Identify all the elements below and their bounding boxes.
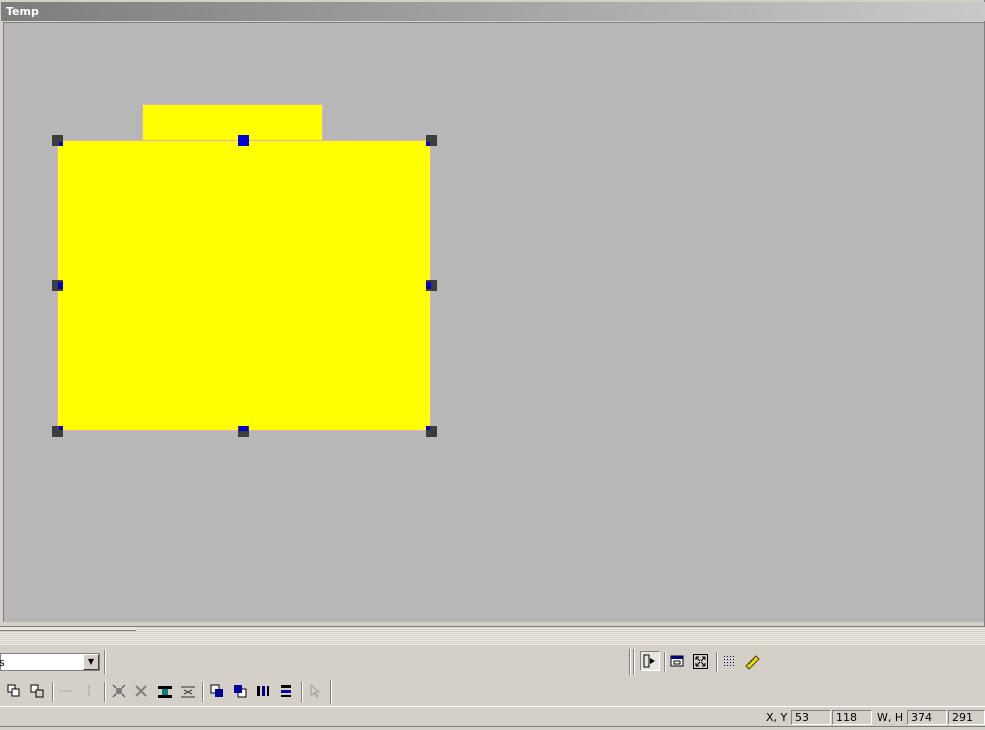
send-back-icon	[234, 685, 247, 698]
toolbar-separator	[664, 652, 666, 672]
resize-handle-bottom-left[interactable]	[52, 426, 63, 437]
chevron-down-icon[interactable]: ▼	[83, 654, 99, 670]
h-value: 291	[948, 710, 985, 725]
align-corners-icon	[112, 684, 126, 698]
pointer-select-icon	[643, 654, 655, 668]
document-titlebar[interactable]: Temp	[1, 2, 985, 21]
resize-handle-left[interactable]	[52, 280, 63, 291]
window-icon	[670, 655, 684, 667]
toolbar-separator	[716, 652, 718, 672]
center-vertical-button[interactable]	[277, 682, 297, 702]
y-value: 118	[832, 710, 872, 725]
center-horizontal-button[interactable]	[254, 682, 274, 702]
toolbar-separator	[301, 682, 303, 702]
toolbar-separator	[52, 682, 54, 702]
toolbar-grip[interactable]	[629, 649, 631, 675]
font-combo-value: s	[0, 656, 5, 669]
toolbar-separator	[104, 650, 106, 674]
toolbar-separator	[104, 682, 106, 702]
bring-front-icon	[210, 684, 223, 697]
align-center-icon	[135, 685, 147, 697]
resize-handle-top[interactable]	[238, 135, 249, 146]
resize-handle-bottom[interactable]	[238, 426, 249, 437]
window-button[interactable]	[668, 652, 688, 672]
w-value: 374	[907, 710, 947, 725]
align-corners-button[interactable]	[110, 682, 130, 702]
grid-button[interactable]	[720, 652, 740, 672]
wh-label: W, H	[877, 711, 904, 724]
resize-handle-top-right[interactable]	[426, 135, 437, 146]
x-value: 53	[791, 710, 831, 725]
xy-label: X, Y	[766, 711, 788, 724]
resize-handle-bottom-right[interactable]	[426, 426, 437, 437]
toolbar-separator	[202, 682, 204, 702]
resize-handle-top-left[interactable]	[52, 135, 63, 146]
send-back-button[interactable]	[231, 682, 251, 702]
cursor-button[interactable]	[306, 682, 326, 702]
splitter-tab	[0, 627, 136, 631]
horizontal-dots-icon	[60, 690, 72, 692]
horizontal-line-button[interactable]	[57, 682, 77, 702]
document-title: Temp	[6, 5, 39, 18]
formatting-toolbar	[0, 647, 985, 677]
vertical-dots-icon	[88, 685, 90, 697]
font-combo[interactable]: s ▼	[0, 653, 100, 671]
center-h-icon	[257, 686, 269, 696]
ungroup-icon	[30, 684, 44, 698]
ruler-button[interactable]	[743, 652, 763, 672]
grid-icon	[724, 656, 734, 666]
fit-screen-button[interactable]	[691, 652, 711, 672]
ungroup-button[interactable]	[28, 682, 48, 702]
pointer-select-button[interactable]	[640, 651, 660, 671]
panel-splitter[interactable]	[0, 626, 985, 646]
center-v-icon	[281, 685, 291, 697]
toolbar-grip[interactable]	[633, 649, 635, 675]
group-icon	[7, 684, 20, 697]
align-center-button[interactable]	[132, 682, 152, 702]
bring-front-button[interactable]	[208, 682, 228, 702]
toolbar-separator	[330, 680, 332, 704]
tab-shape[interactable]	[142, 104, 323, 141]
vertical-line-button[interactable]	[80, 682, 100, 702]
cursor-icon	[310, 684, 321, 698]
distribute-h-icon	[158, 686, 172, 698]
resize-handle-right[interactable]	[426, 280, 437, 291]
distribute-v-icon	[181, 686, 195, 698]
bottom-edge	[0, 726, 985, 730]
selected-shape[interactable]	[57, 140, 431, 431]
group-button[interactable]	[5, 682, 25, 702]
distribute-horizontal-button[interactable]	[155, 682, 175, 702]
distribute-vertical-button[interactable]	[178, 682, 198, 702]
fit-screen-icon	[693, 654, 708, 669]
ruler-icon	[745, 655, 760, 670]
